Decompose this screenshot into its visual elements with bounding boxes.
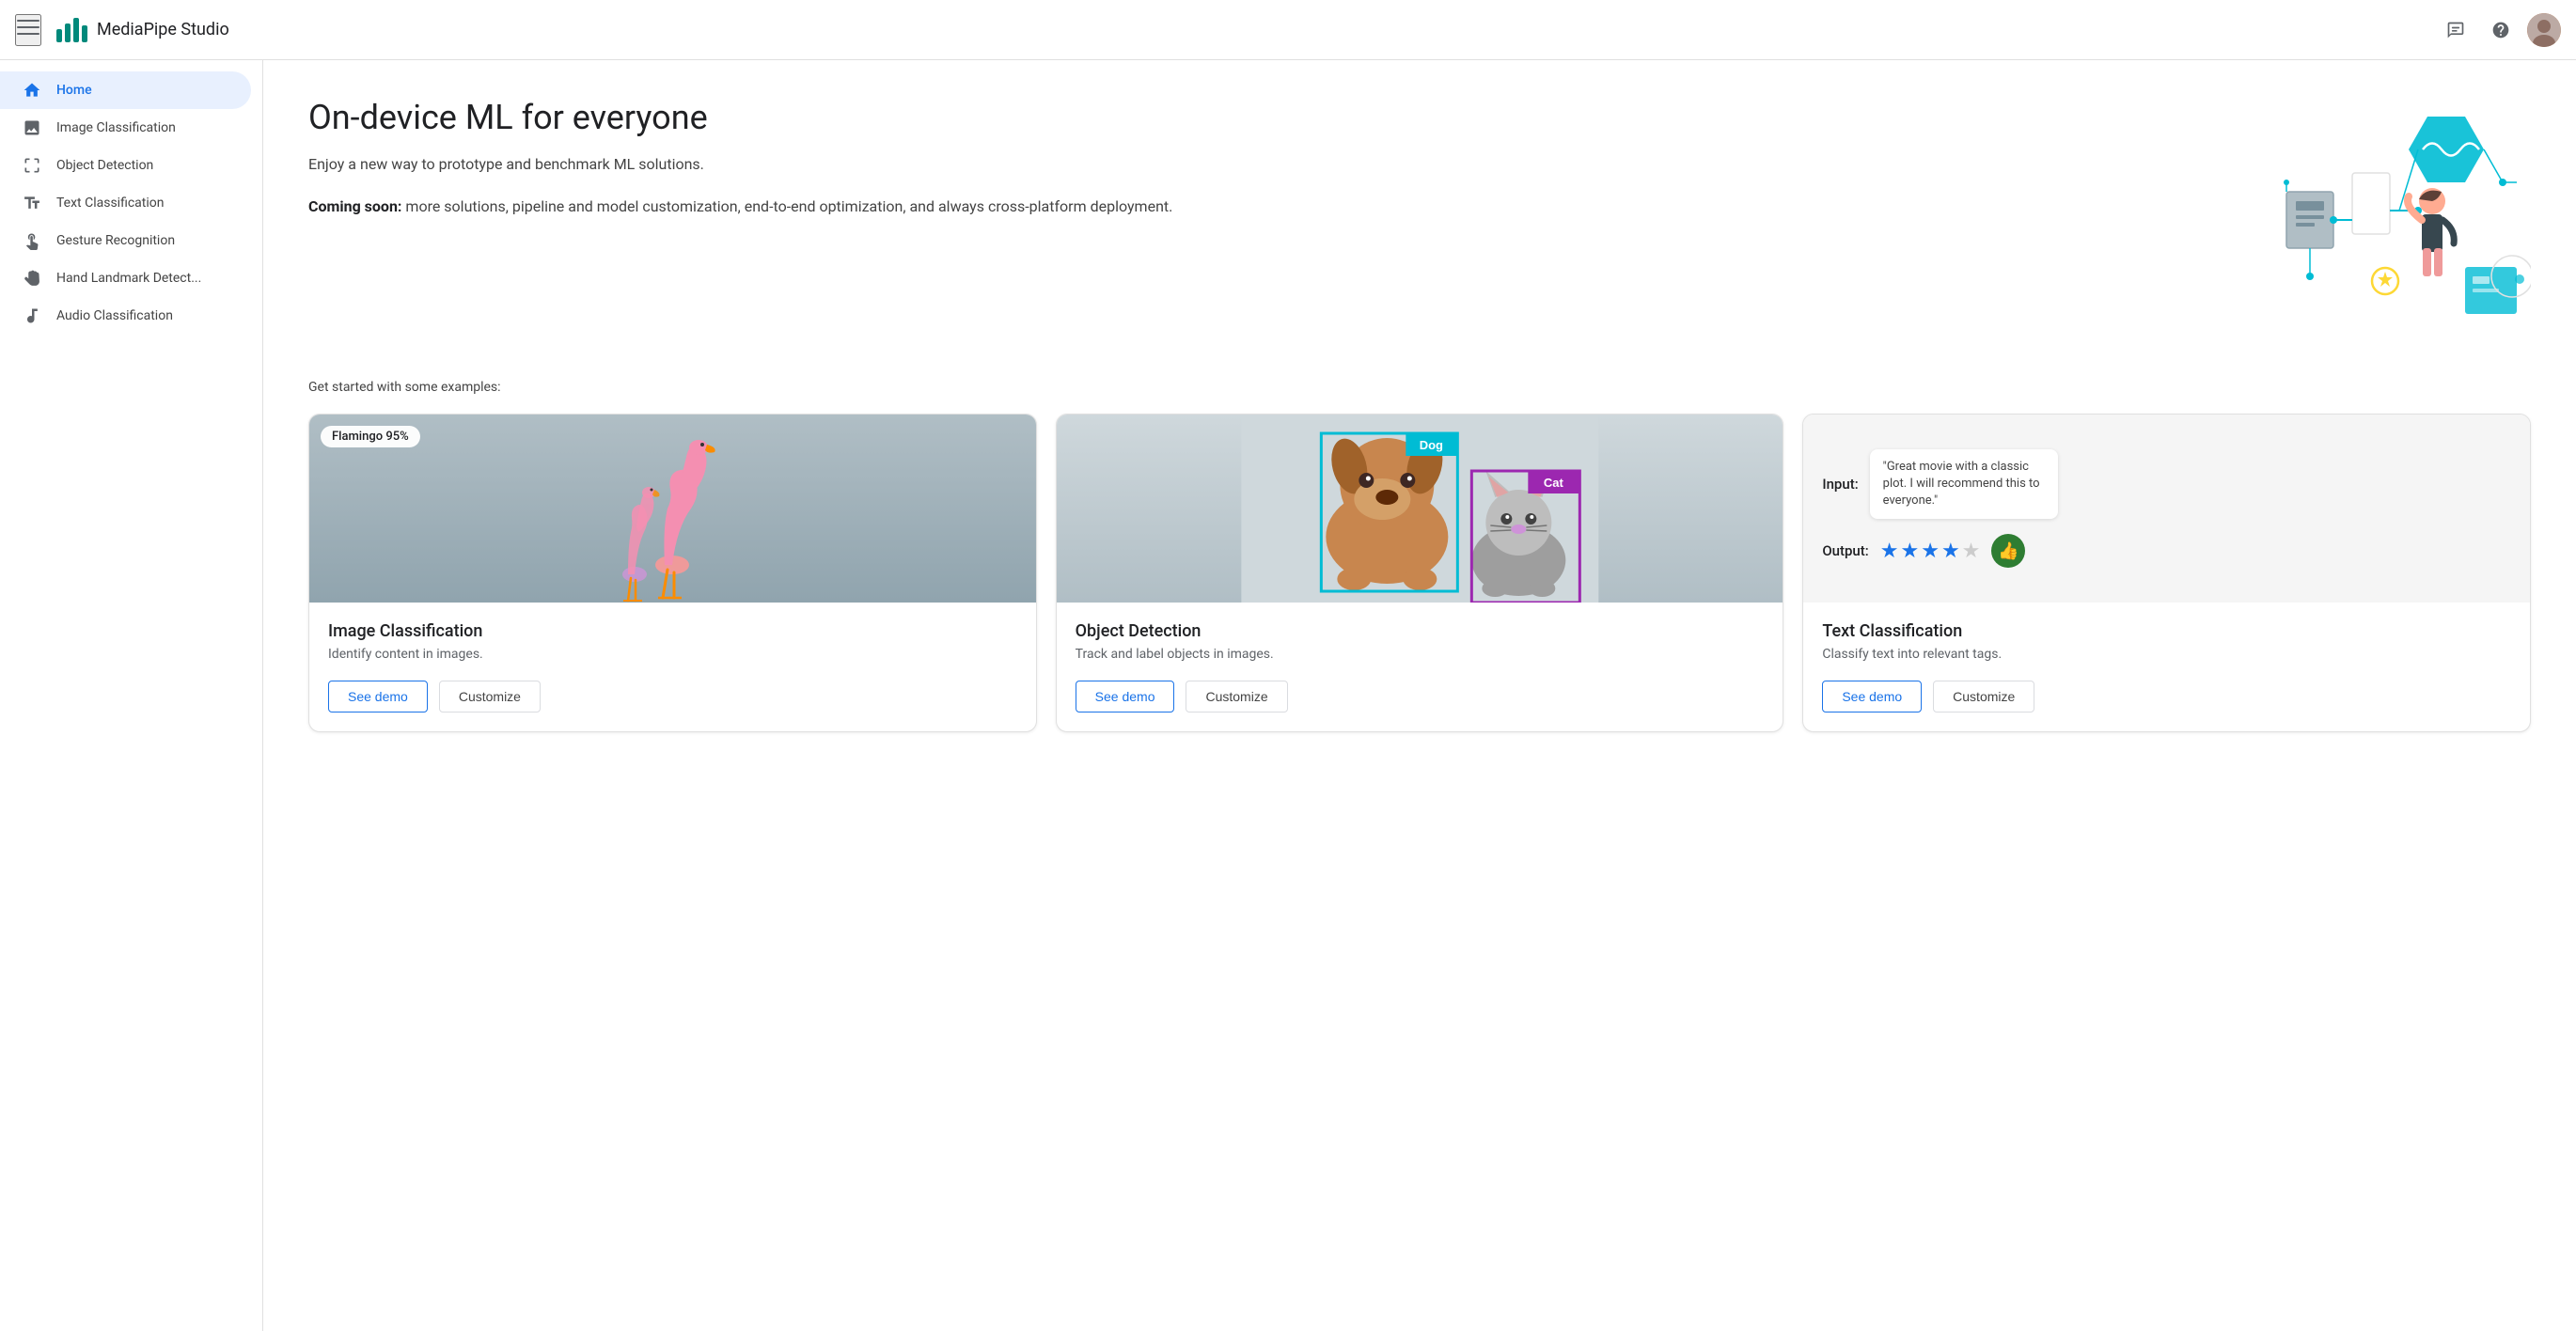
text-classification-customize-button[interactable]: Customize	[1933, 681, 2034, 712]
text-classification-background: Input: "Great movie with a classic plot.…	[1803, 415, 2530, 603]
help-button[interactable]	[2482, 11, 2520, 49]
object-detection-desc: Track and label objects in images.	[1076, 647, 1765, 662]
app-logo: MediaPipe Studio	[56, 18, 229, 42]
hero-title: On-device ML for everyone	[308, 98, 2192, 138]
logo-icon	[56, 18, 87, 42]
object-detection-card-image: Dog	[1057, 415, 1783, 603]
svg-text:Dog: Dog	[1419, 438, 1442, 452]
text-class-output-label: Output:	[1822, 542, 1868, 559]
flamingo-svg	[588, 424, 757, 603]
object-detection-card: Dog	[1056, 414, 1784, 732]
hero-coming-soon: Coming soon: more solutions, pipeline an…	[308, 195, 2192, 219]
dog-cat-svg: Dog	[1057, 415, 1783, 603]
flamingo-background: Flamingo 95%	[309, 415, 1036, 603]
sidebar: Home Image Classification Object Detecti…	[0, 60, 263, 1331]
hero-text: On-device ML for everyone Enjoy a new wa…	[308, 98, 2192, 219]
object-detection-customize-button[interactable]: Customize	[1186, 681, 1287, 712]
sidebar-item-gesture-recognition[interactable]: Gesture Recognition	[0, 222, 251, 259]
thumbs-up-icon: 👍	[1991, 534, 2025, 568]
header-actions	[2437, 11, 2561, 49]
object-detection-actions: See demo Customize	[1076, 681, 1765, 712]
hero-subtitle: Enjoy a new way to prototype and benchma…	[308, 153, 2192, 176]
object-detection-title: Object Detection	[1076, 621, 1765, 641]
hero-illustration	[2230, 98, 2531, 342]
sidebar-item-audio-classification-label: Audio Classification	[56, 308, 173, 323]
text-classification-icon	[23, 194, 41, 212]
rating-stars: ★ ★ ★ ★ ★	[1880, 540, 1981, 563]
sidebar-item-gesture-recognition-label: Gesture Recognition	[56, 233, 175, 248]
star-2: ★	[1900, 540, 1919, 563]
app-header: MediaPipe Studio	[0, 0, 2576, 60]
svg-text:Cat: Cat	[1544, 476, 1564, 490]
image-classification-demo-button[interactable]: See demo	[328, 681, 428, 712]
text-class-input-bubble: "Great movie with a classic plot. I will…	[1870, 449, 2058, 520]
text-class-input-row: Input: "Great movie with a classic plot.…	[1822, 449, 2057, 520]
sidebar-item-text-classification[interactable]: Text Classification	[0, 184, 251, 222]
object-detection-icon	[23, 156, 41, 175]
image-classification-customize-button[interactable]: Customize	[439, 681, 541, 712]
text-classification-card: Input: "Great movie with a classic plot.…	[1802, 414, 2531, 732]
image-classification-desc: Identify content in images.	[328, 647, 1017, 662]
star-5: ★	[1962, 540, 1981, 563]
sidebar-item-home[interactable]: Home	[0, 71, 251, 109]
app-title: MediaPipe Studio	[97, 20, 229, 39]
text-classification-title: Text Classification	[1822, 621, 2511, 641]
image-classification-title: Image Classification	[328, 621, 1017, 641]
hero-section: On-device ML for everyone Enjoy a new wa…	[308, 98, 2531, 342]
hand-landmark-icon	[23, 269, 41, 288]
audio-classification-icon	[23, 306, 41, 325]
main-layout: Home Image Classification Object Detecti…	[0, 60, 2576, 1331]
image-classification-icon	[23, 118, 41, 137]
image-classification-card: Flamingo 95%	[308, 414, 1037, 732]
star-3: ★	[1921, 540, 1940, 563]
sidebar-item-object-detection-label: Object Detection	[56, 158, 153, 173]
flamingo-label: Flamingo 95%	[321, 426, 420, 447]
sidebar-item-image-classification-label: Image Classification	[56, 120, 176, 135]
text-class-input-label: Input:	[1822, 476, 1858, 493]
hamburger-menu-button[interactable]	[15, 14, 41, 46]
text-classification-card-image: Input: "Great movie with a classic plot.…	[1803, 415, 2530, 603]
object-detection-card-body: Object Detection Track and label objects…	[1057, 603, 1783, 731]
text-classification-actions: See demo Customize	[1822, 681, 2511, 712]
dog-cat-background: Dog	[1057, 415, 1783, 603]
feedback-button[interactable]	[2437, 11, 2474, 49]
user-avatar[interactable]	[2527, 13, 2561, 47]
sidebar-item-hand-landmark[interactable]: Hand Landmark Detect...	[0, 259, 251, 297]
main-content: On-device ML for everyone Enjoy a new wa…	[263, 60, 2576, 1331]
sidebar-item-image-classification[interactable]: Image Classification	[0, 109, 251, 147]
coming-soon-label: Coming soon:	[308, 197, 401, 215]
sidebar-item-text-classification-label: Text Classification	[56, 196, 165, 211]
sidebar-item-object-detection[interactable]: Object Detection	[0, 147, 251, 184]
text-classification-demo-button[interactable]: See demo	[1822, 681, 1922, 712]
text-classification-desc: Classify text into relevant tags.	[1822, 647, 2511, 662]
sidebar-item-home-label: Home	[56, 83, 92, 98]
examples-label: Get started with some examples:	[308, 380, 2531, 395]
text-classification-card-body: Text Classification Classify text into r…	[1803, 603, 2530, 731]
image-classification-card-image: Flamingo 95%	[309, 415, 1036, 603]
home-icon	[23, 81, 41, 100]
sidebar-item-hand-landmark-label: Hand Landmark Detect...	[56, 271, 201, 286]
cards-grid: Flamingo 95%	[308, 414, 2531, 732]
star-4: ★	[1941, 540, 1960, 563]
star-1: ★	[1880, 540, 1899, 563]
text-class-output-row: Output: ★ ★ ★ ★ ★ 👍	[1822, 534, 2025, 568]
coming-soon-text: more solutions, pipeline and model custo…	[405, 197, 1172, 215]
image-classification-card-body: Image Classification Identify content in…	[309, 603, 1036, 731]
image-classification-actions: See demo Customize	[328, 681, 1017, 712]
sidebar-item-audio-classification[interactable]: Audio Classification	[0, 297, 251, 335]
object-detection-demo-button[interactable]: See demo	[1076, 681, 1175, 712]
gesture-recognition-icon	[23, 231, 41, 250]
